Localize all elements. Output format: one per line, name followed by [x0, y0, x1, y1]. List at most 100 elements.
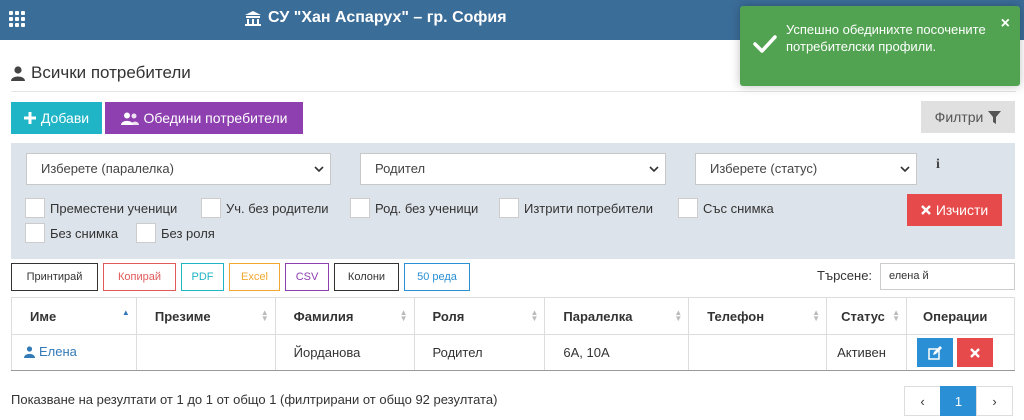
- school-icon: [245, 11, 261, 26]
- user-name-link[interactable]: Елена: [24, 344, 77, 359]
- cell-phone: [688, 334, 828, 371]
- checkbox-box[interactable]: [678, 198, 698, 218]
- parent-user-icon: [24, 346, 35, 358]
- checkbox-parents-no-students[interactable]: Род. без ученици: [350, 198, 478, 218]
- page-1-button[interactable]: 1: [940, 386, 977, 416]
- checkbox-label: Род. без ученици: [375, 200, 479, 216]
- column-header-label: Операции: [923, 308, 988, 324]
- delete-button[interactable]: [957, 338, 994, 367]
- user-icon: [11, 65, 25, 81]
- rows-per-page-button[interactable]: 50 реда: [404, 263, 470, 291]
- checkbox-box[interactable]: [136, 223, 156, 243]
- page-title: Всички потребители: [11, 63, 191, 83]
- checkbox-label: Със снимка: [703, 200, 774, 216]
- sort-icon: ▲ ▼: [812, 308, 821, 323]
- checkbox-label: Уч. без родители: [226, 200, 329, 216]
- copy-button[interactable]: Копирай: [103, 263, 176, 291]
- edit-button[interactable]: [917, 338, 954, 367]
- column-header-label: Телефон: [707, 308, 765, 324]
- toast-close-button[interactable]: ×: [1001, 16, 1010, 32]
- checkbox-label: Преместени ученици: [50, 200, 178, 216]
- columns-button[interactable]: Колони: [334, 263, 399, 291]
- print-button[interactable]: Принтирай: [11, 263, 98, 291]
- table-header-row: Име ▲ Презиме ▲ ▼ Фамилия ▲ ▼ Роля ▲ ▼ Паралелк…: [11, 297, 1015, 335]
- column-header-status[interactable]: Статус ▲ ▼: [826, 297, 908, 335]
- status-select[interactable]: Изберете (статус): [695, 153, 917, 185]
- pagination: ‹ 1 ›: [904, 386, 1013, 416]
- checkbox-moved-students[interactable]: Преместени ученици: [25, 198, 177, 218]
- page-title-text: Всички потребители: [31, 63, 191, 82]
- role-select-value: Родител: [375, 161, 426, 176]
- sort-icon: ▲ ▼: [892, 308, 901, 323]
- school-title: СУ "Хан Аспарух" – гр. София: [244, 9, 507, 27]
- search-input[interactable]: елена й: [880, 263, 1015, 290]
- checkbox-deleted-users[interactable]: Изтрити потребители: [499, 198, 653, 218]
- csv-label: CSV: [295, 271, 319, 283]
- column-header-class[interactable]: Паралелка ▲ ▼: [544, 297, 690, 335]
- search-label: Търсене:: [817, 268, 873, 283]
- clear-button-label: Изчисти: [935, 202, 989, 218]
- checkbox-without-photo[interactable]: Без снимка: [25, 223, 118, 243]
- close-icon: [920, 205, 931, 215]
- filters-label: Филтри: [934, 109, 984, 125]
- checkbox-students-no-parents[interactable]: Уч. без родители: [201, 198, 329, 218]
- column-header-first-name[interactable]: Име ▲: [11, 297, 137, 335]
- cell-last-name: Йорданова: [274, 334, 415, 371]
- checkbox-box[interactable]: [499, 198, 519, 218]
- columns-label: Колони: [347, 271, 386, 283]
- rows-per-page-label: 50 реда: [417, 271, 457, 283]
- column-header-operations: Операции: [906, 297, 1015, 335]
- add-button[interactable]: Добави: [11, 102, 102, 134]
- info-icon[interactable]: i: [936, 157, 940, 173]
- copy-label: Копирай: [117, 271, 161, 283]
- checkbox-box[interactable]: [25, 198, 45, 218]
- class-select[interactable]: Изберете (паралелка): [26, 153, 331, 185]
- apps-grid-icon[interactable]: [9, 11, 25, 27]
- divider: [11, 91, 1016, 92]
- prev-page-button[interactable]: ‹: [904, 386, 941, 416]
- plus-icon: [23, 112, 36, 124]
- excel-button[interactable]: Excel: [229, 263, 280, 291]
- class-select-value: Изберете (паралелка): [41, 161, 174, 176]
- status-select-value: Изберете (статус): [710, 161, 818, 176]
- users-table: Име ▲ Презиме ▲ ▼ Фамилия ▲ ▼ Роля ▲ ▼ Паралелк…: [11, 297, 1015, 371]
- cell-operations: [906, 334, 1015, 371]
- checkbox-with-photo[interactable]: Със снимка: [678, 198, 774, 218]
- sort-icon: ▲ ▼: [260, 308, 269, 323]
- column-header-label: Фамилия: [293, 308, 354, 324]
- checkbox-box[interactable]: [350, 198, 370, 218]
- clear-button[interactable]: Изчисти: [907, 194, 1002, 226]
- users-icon: [120, 112, 139, 125]
- checkbox-label: Изтрити потребители: [524, 200, 653, 216]
- add-button-label: Добави: [40, 110, 90, 126]
- column-header-middle-name[interactable]: Презиме ▲ ▼: [135, 297, 276, 335]
- csv-button[interactable]: CSV: [285, 263, 329, 291]
- toast-message: Успешно обединихте посочените потребител…: [786, 22, 986, 54]
- success-toast: Успешно обединихте посочените потребител…: [740, 6, 1020, 86]
- checkbox-box[interactable]: [201, 198, 221, 218]
- cell-status: Активен: [826, 334, 908, 371]
- chevron-down-icon: [649, 166, 659, 173]
- column-header-label: Статус: [841, 308, 885, 324]
- column-header-last-name[interactable]: Фамилия ▲ ▼: [274, 297, 415, 335]
- user-first-name: Елена: [39, 344, 77, 360]
- table-row: Елена Йорданова Родител 6А, 10А Активен: [11, 334, 1015, 371]
- checkbox-without-role[interactable]: Без роля: [136, 223, 215, 243]
- checkbox-label: Без снимка: [50, 225, 119, 241]
- next-page-button[interactable]: ›: [976, 386, 1013, 416]
- filters-button[interactable]: Филтри: [921, 101, 1015, 133]
- role-select[interactable]: Родител: [360, 153, 666, 185]
- merge-users-label: Обедини потребители: [143, 110, 288, 126]
- check-icon: [753, 35, 777, 53]
- column-header-label: Роля: [432, 308, 465, 324]
- chevron-down-icon: [900, 166, 910, 173]
- column-header-role[interactable]: Роля ▲ ▼: [413, 297, 546, 335]
- checkbox-box[interactable]: [25, 223, 45, 243]
- column-header-label: Паралелка: [563, 308, 633, 324]
- school-name: СУ "Хан Аспарух" – гр. София: [268, 9, 507, 26]
- merge-users-button[interactable]: Обедини потребители: [105, 102, 303, 134]
- sort-icon: ▲ ▼: [674, 308, 683, 323]
- column-header-phone[interactable]: Телефон ▲ ▼: [688, 297, 828, 335]
- pdf-button[interactable]: PDF: [181, 263, 224, 291]
- pdf-label: PDF: [191, 271, 214, 283]
